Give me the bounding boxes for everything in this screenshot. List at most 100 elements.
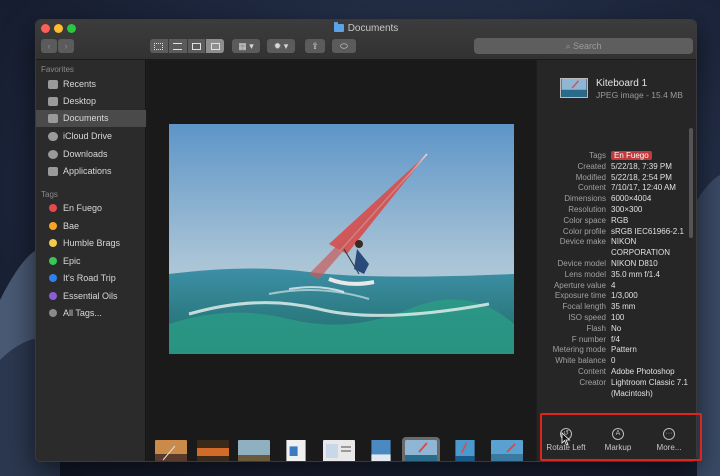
sidebar-item-label: Desktop	[63, 96, 97, 106]
markup-icon: A	[612, 428, 624, 440]
thumbnail[interactable]	[197, 440, 229, 462]
metadata-value: 5/22/18, 7:39 PM	[611, 162, 672, 173]
sidebar-item-label: Recents	[63, 79, 97, 89]
sidebar-item-icloud-drive[interactable]: iCloud Drive	[36, 128, 146, 145]
window-title: Documents	[36, 22, 696, 34]
metadata-value: 0	[611, 356, 615, 367]
sidebar-item-downloads[interactable]: Downloads	[36, 146, 146, 163]
metadata-value: Adobe Photoshop	[611, 367, 675, 378]
thumbnail[interactable]	[323, 440, 355, 462]
sidebar-item-label: En Fuego	[63, 203, 103, 213]
thumbnail[interactable]	[238, 440, 270, 462]
metadata-value-text: 7/10/17, 12:40 AM	[611, 183, 676, 193]
thumbnail[interactable]	[453, 440, 477, 462]
thumbnail[interactable]	[369, 440, 393, 462]
sidebar-tag-humble-brags[interactable]: Humble Brags	[36, 235, 146, 252]
metadata-value-text: (Macintosh)	[611, 388, 653, 398]
metadata-value-text: Lightroom Classic 7.1	[611, 377, 688, 387]
metadata-row: Aperture value 4	[537, 281, 696, 292]
column-view-button[interactable]	[187, 39, 207, 53]
sidebar-item-documents[interactable]: Documents	[36, 110, 146, 127]
action-button[interactable]: ✹ ▾	[267, 39, 295, 53]
metadata-label: Focal length	[562, 302, 606, 312]
scrollbar[interactable]	[689, 128, 693, 238]
metadata-row: Color profile sRGB IEC61966-2.1	[537, 226, 696, 238]
list-view-button[interactable]	[168, 39, 188, 53]
metadata-value-text: No	[611, 323, 622, 333]
metadata-value-text: En Fuego	[611, 151, 652, 160]
tag-color-dot	[49, 274, 57, 282]
sidebar-item-applications[interactable]: Applications	[36, 163, 146, 180]
icon-view-button[interactable]	[150, 39, 169, 53]
search-icon: ⌕	[565, 41, 571, 51]
metadata-row: Resolution 300×300	[537, 205, 696, 216]
sidebar-item-label: Documents	[63, 113, 109, 123]
metadata-value-text: sRGB IEC61966-2.1	[611, 226, 684, 236]
tag-color-dot	[49, 204, 57, 212]
sidebar-tag-all-tags[interactable]: All Tags...	[36, 305, 146, 322]
metadata-row: Device model NIKON D810	[537, 259, 696, 270]
search-placeholder: Search	[573, 41, 602, 51]
metadata-value: f/4	[611, 335, 620, 346]
forward-button[interactable]: ›	[58, 39, 74, 53]
sidebar-item-recents[interactable]: Recents	[36, 76, 146, 93]
metadata-row: Dimensions 6000×4004	[537, 194, 696, 205]
thumbnail[interactable]	[284, 440, 308, 462]
tags-button[interactable]: ⬭	[332, 39, 356, 53]
metadata-row: Device make NIKON	[537, 237, 696, 248]
grid-icon	[154, 42, 164, 50]
metadata-value: No	[611, 324, 621, 335]
file-info: JPEG image - 15.4 MB	[596, 90, 683, 100]
tag-chip[interactable]: En Fuego	[611, 151, 652, 162]
tag-color-dot	[49, 309, 57, 317]
favorites-heading: Favorites	[41, 65, 74, 74]
metadata-row: Content 7/10/17, 12:40 AM	[537, 183, 696, 194]
metadata-value: RGB	[611, 216, 628, 227]
thumbnail-selected[interactable]	[402, 437, 440, 462]
metadata-row: White balance 0	[537, 356, 696, 367]
search-field[interactable]: ⌕ Search	[474, 38, 693, 54]
back-button[interactable]: ‹	[41, 39, 57, 53]
metadata-row: Flash No	[537, 324, 696, 335]
metadata-value: 6000×4004	[611, 194, 651, 205]
metadata-value-text: 300×300	[611, 205, 643, 214]
documents-icon	[48, 114, 58, 123]
metadata-value-text: NIKON	[611, 237, 637, 247]
metadata-value: NIKON D810	[611, 259, 658, 270]
sidebar-tag-epic[interactable]: Epic	[36, 253, 146, 270]
metadata-value-text: 35 mm	[611, 302, 636, 312]
metadata-value: Pattern	[611, 345, 637, 356]
metadata-value: CORPORATION	[611, 248, 670, 259]
metadata-label: Lens model	[564, 269, 606, 279]
thumbnail[interactable]	[491, 440, 523, 462]
sidebar-tag-road-trip[interactable]: It's Road Trip	[36, 270, 146, 287]
thumbnail[interactable]	[155, 440, 187, 462]
metadata-row: Modified 5/22/18, 2:54 PM	[537, 173, 696, 184]
metadata-value-text: NIKON D810	[611, 259, 658, 268]
tag-color-dot	[49, 257, 57, 265]
metadata-value-text: 4	[611, 280, 616, 290]
gallery-view-button[interactable]	[206, 39, 224, 53]
sidebar-item-label: Essential Oils	[63, 291, 118, 301]
metadata-label: Exposure time	[554, 291, 606, 301]
thumbnail-strip	[147, 435, 536, 462]
metadata-value: 4	[611, 281, 615, 292]
markup-button[interactable]: A Markup	[593, 424, 643, 460]
metadata-value-text: 35.0 mm f/1.4	[611, 269, 660, 279]
metadata-value: (Macintosh)	[611, 389, 653, 400]
metadata-value-text: 100	[611, 313, 625, 322]
sidebar-tag-en-fuego[interactable]: En Fuego	[36, 200, 146, 217]
sidebar-tag-bae[interactable]: Bae	[36, 218, 146, 235]
metadata-label: Metering mode	[552, 345, 606, 355]
group-button[interactable]: ▦ ▾	[232, 39, 260, 53]
metadata-label: Tags	[589, 151, 606, 160]
more-button[interactable]: ··· More...	[644, 424, 694, 460]
tag-color-dot	[49, 222, 57, 230]
sidebar-item-desktop[interactable]: Desktop	[36, 93, 146, 110]
tag-icon: ⬭	[340, 41, 348, 51]
sidebar-tag-essential-oils[interactable]: Essential Oils	[36, 288, 146, 305]
downloads-icon	[48, 150, 58, 159]
clock-icon	[48, 80, 58, 89]
share-button[interactable]: ⇪	[305, 39, 325, 53]
metadata-label: Device make	[559, 237, 606, 247]
